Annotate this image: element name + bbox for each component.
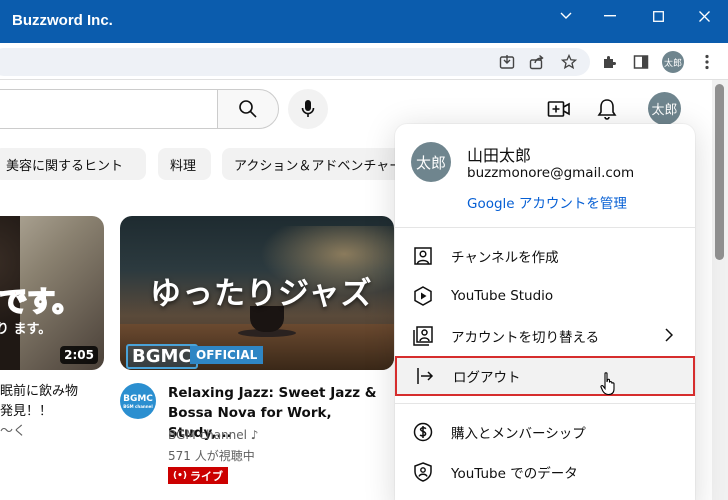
menu-item-sign-out[interactable]: ログアウト xyxy=(395,356,695,396)
bookmark-star-icon[interactable] xyxy=(558,51,580,73)
video-channel[interactable]: 〜く xyxy=(0,422,78,442)
menu-item-purchases[interactable]: 購入とメンバーシップ xyxy=(395,412,695,452)
youtube-account-avatar[interactable]: 太郎 xyxy=(648,92,681,125)
live-badge: (•) ライブ xyxy=(168,467,228,484)
browser-menu-icon[interactable] xyxy=(696,51,718,73)
switch-account-icon xyxy=(411,324,435,348)
thumbnail-caption: り ます。 xyxy=(0,322,52,337)
menu-item-your-data[interactable]: YouTube でのデータ xyxy=(395,452,695,492)
search-input[interactable] xyxy=(0,89,218,129)
video-duration: 2:05 xyxy=(60,346,98,364)
notifications-bell-icon[interactable] xyxy=(593,95,621,123)
side-panel-icon[interactable] xyxy=(630,51,652,73)
hand-cursor-icon xyxy=(600,372,618,396)
channel-avatar-text: BGM channel xyxy=(123,403,153,409)
window-title-bar: Buzzword Inc. xyxy=(0,0,728,43)
studio-icon xyxy=(411,284,435,308)
menu-item-switch-account[interactable]: アカウントを切り替える xyxy=(395,316,695,356)
account-avatar: 太郎 xyxy=(411,142,451,182)
filter-chip[interactable]: 料理 xyxy=(158,148,211,180)
live-label: ライブ xyxy=(189,469,223,483)
menu-item-label: チャンネルを作成 xyxy=(451,250,559,266)
menu-item-label: 購入とメンバーシップ xyxy=(451,426,586,442)
browser-profile-avatar[interactable]: 太郎 xyxy=(662,51,684,73)
menu-divider xyxy=(395,227,695,228)
filter-chip[interactable]: 美容に関するヒント xyxy=(0,148,146,180)
video-channel[interactable]: BGM channel ♪ xyxy=(168,428,258,442)
video-title[interactable]: 発見！！ xyxy=(0,402,78,422)
channel-avatar-logo: BGMC xyxy=(123,393,153,404)
filter-chip[interactable]: アクション＆アドベンチャー xyxy=(222,148,412,180)
account-name: 山田太郎 xyxy=(467,146,532,165)
video-thumbnail[interactable]: ゆったりジャズ BGMC OFFICIAL xyxy=(120,216,394,370)
page-scrollbar-thumb[interactable] xyxy=(715,84,724,260)
manage-google-account-link[interactable]: Google アカウントを管理 xyxy=(467,192,627,212)
minimize-button[interactable] xyxy=(596,6,624,26)
channel-avatar[interactable]: BGMC BGM channel xyxy=(120,383,156,419)
video-info: 眠前に飲み物 発見！！ 〜く xyxy=(0,382,78,442)
search-button[interactable] xyxy=(217,89,279,129)
thumbnail-caption: ゆったりジャズ xyxy=(150,276,373,312)
search-icon xyxy=(239,100,257,118)
menu-item-label: YouTube でのデータ xyxy=(451,466,578,482)
person-box-icon xyxy=(411,244,435,268)
share-icon[interactable] xyxy=(526,51,548,73)
dollar-icon xyxy=(411,420,435,444)
window-title: Buzzword Inc. xyxy=(12,12,113,29)
maximize-button[interactable] xyxy=(644,6,672,26)
official-badge: OFFICIAL xyxy=(190,346,264,364)
video-title[interactable]: 眠前に飲み物 xyxy=(0,382,78,402)
browser-toolbar: 太郎 xyxy=(0,43,728,80)
video-viewers: 571 人が視聴中 xyxy=(168,449,255,463)
shield-person-icon xyxy=(411,460,435,484)
install-app-icon[interactable] xyxy=(496,51,518,73)
thumbnail-caption: Eです。 xyxy=(0,284,81,319)
account-email: buzzmonore@gmail.com xyxy=(467,165,635,181)
live-broadcast-icon: (•) xyxy=(173,470,187,481)
menu-item-create-channel[interactable]: チャンネルを作成 xyxy=(395,236,695,276)
menu-item-label: ログアウト xyxy=(453,370,521,386)
channel-logo: BGMC xyxy=(126,344,198,369)
account-menu: 太郎 山田太郎 buzzmonore@gmail.com Google アカウン… xyxy=(395,124,695,500)
menu-item-youtube-studio[interactable]: YouTube Studio xyxy=(395,276,695,316)
video-thumbnail[interactable]: Eです。 り ます。 2:05 xyxy=(0,216,104,370)
sign-out-icon xyxy=(413,364,437,388)
chevron-down-icon[interactable] xyxy=(552,6,580,26)
voice-search-button[interactable] xyxy=(288,89,328,129)
extensions-icon[interactable] xyxy=(598,51,620,73)
menu-divider xyxy=(395,403,695,404)
close-button[interactable] xyxy=(690,6,718,26)
menu-item-label: アカウントを切り替える xyxy=(451,330,600,346)
menu-item-label: YouTube Studio xyxy=(451,288,554,304)
create-video-icon[interactable] xyxy=(545,95,573,123)
screen: Buzzword Inc. 太郎 太郎 美容に関するヒント 料理 アクション＆ア… xyxy=(0,0,728,500)
microphone-icon xyxy=(301,100,315,117)
chevron-right-icon xyxy=(665,328,674,346)
